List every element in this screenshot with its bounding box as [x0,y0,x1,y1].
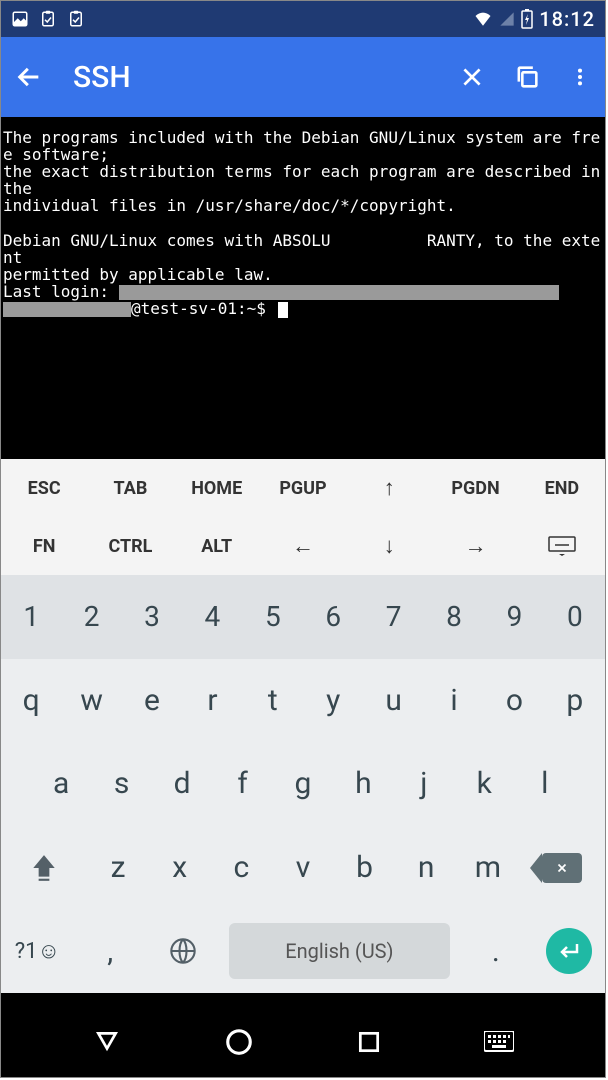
key-u[interactable]: u [363,659,423,743]
key-j[interactable]: j [394,742,454,826]
clipboard-icon [39,10,57,28]
key-l[interactable]: l [515,742,575,826]
status-bar: 18:12 [1,1,605,37]
key-pgdn[interactable]: PGDN [432,459,518,517]
key-tab[interactable]: TAB [87,459,173,517]
key-z[interactable]: z [87,826,149,910]
key-k[interactable]: k [454,742,514,826]
key-end[interactable]: END [519,459,605,517]
term-line: individual files in /usr/share/doc/*/cop… [3,196,456,215]
key-9[interactable]: 9 [484,575,544,659]
app-bar: SSH [1,37,605,117]
key-5[interactable]: 5 [243,575,303,659]
key-0[interactable]: 0 [545,575,605,659]
app-title: SSH [73,60,459,95]
key-3[interactable]: 3 [122,575,182,659]
key-f[interactable]: f [212,742,272,826]
key-p[interactable]: p [545,659,605,743]
key-x[interactable]: x [149,826,211,910]
key-7[interactable]: 7 [363,575,423,659]
key-ctrl[interactable]: CTRL [87,517,173,575]
key-c[interactable]: c [211,826,273,910]
signal-icon [499,10,515,28]
key-backspace[interactable] [519,826,605,910]
nav-recent[interactable] [356,1029,382,1055]
term-prompt: @test-sv-01:~$ [131,299,266,318]
device-frame: 18:12 SSH The programs included with the… [0,0,606,1078]
battery-icon [521,9,533,29]
key-n[interactable]: n [395,826,457,910]
key-symbols[interactable]: ?1☺ [1,909,74,993]
terminal-output[interactable]: The programs included with the Debian GN… [1,117,605,459]
key-4[interactable]: 4 [182,575,242,659]
copy-button[interactable] [513,63,541,91]
key-pgup[interactable]: PGUP [260,459,346,517]
nav-back[interactable] [92,1029,122,1055]
terminal-extra-keys: ESC TAB HOME PGUP ↑ PGDN END FN CTRL ALT… [1,459,605,575]
key-left[interactable]: ← [260,517,346,575]
key-2[interactable]: 2 [61,575,121,659]
soft-keyboard: 1 2 3 4 5 6 7 8 9 0 q w e r t y u i o p … [1,575,605,993]
key-i[interactable]: i [424,659,484,743]
nav-bar [1,1007,605,1077]
key-s[interactable]: s [91,742,151,826]
key-y[interactable]: y [303,659,363,743]
key-v[interactable]: v [272,826,334,910]
close-button[interactable] [459,64,485,90]
term-login-label: Last login: [3,282,119,301]
redacted-text [119,285,559,300]
key-g[interactable]: g [273,742,333,826]
key-b[interactable]: b [334,826,396,910]
key-fn[interactable]: FN [1,517,87,575]
redacted-text [3,302,131,317]
key-hide-keyboard[interactable] [519,517,605,575]
key-6[interactable]: 6 [303,575,363,659]
key-up[interactable]: ↑ [346,459,432,517]
key-right[interactable]: → [432,517,518,575]
key-space[interactable]: English (US) [219,909,459,993]
key-t[interactable]: t [243,659,303,743]
clipboard2-icon [67,10,85,28]
key-esc[interactable]: ESC [1,459,87,517]
key-w[interactable]: w [61,659,121,743]
key-8[interactable]: 8 [424,575,484,659]
key-home[interactable]: HOME [174,459,260,517]
back-button[interactable] [15,63,43,91]
key-e[interactable]: e [122,659,182,743]
space-label: English (US) [285,939,393,963]
term-line: the exact distribution terms for each pr… [3,162,605,198]
key-down[interactable]: ↓ [346,517,432,575]
more-button[interactable] [569,64,591,90]
key-q[interactable]: q [1,659,61,743]
key-period[interactable]: . [459,909,532,993]
terminal-cursor [278,302,288,318]
term-line: The programs included with the Debian GN… [3,128,600,164]
key-shift[interactable] [1,826,87,910]
key-r[interactable]: r [182,659,242,743]
key-1[interactable]: 1 [1,575,61,659]
nav-keyboard-icon[interactable] [484,1031,514,1053]
key-comma[interactable]: , [74,909,147,993]
key-o[interactable]: o [484,659,544,743]
key-m[interactable]: m [457,826,519,910]
key-enter[interactable] [532,909,605,993]
wifi-icon [473,10,493,28]
key-language[interactable] [147,909,220,993]
key-alt[interactable]: ALT [174,517,260,575]
key-a[interactable]: a [31,742,91,826]
term-line: Debian GNU/Linux comes with ABSOLU RANTY… [3,231,600,267]
status-clock: 18:12 [539,7,595,31]
key-h[interactable]: h [333,742,393,826]
key-d[interactable]: d [152,742,212,826]
gallery-icon [11,10,29,28]
nav-home[interactable] [224,1027,254,1057]
